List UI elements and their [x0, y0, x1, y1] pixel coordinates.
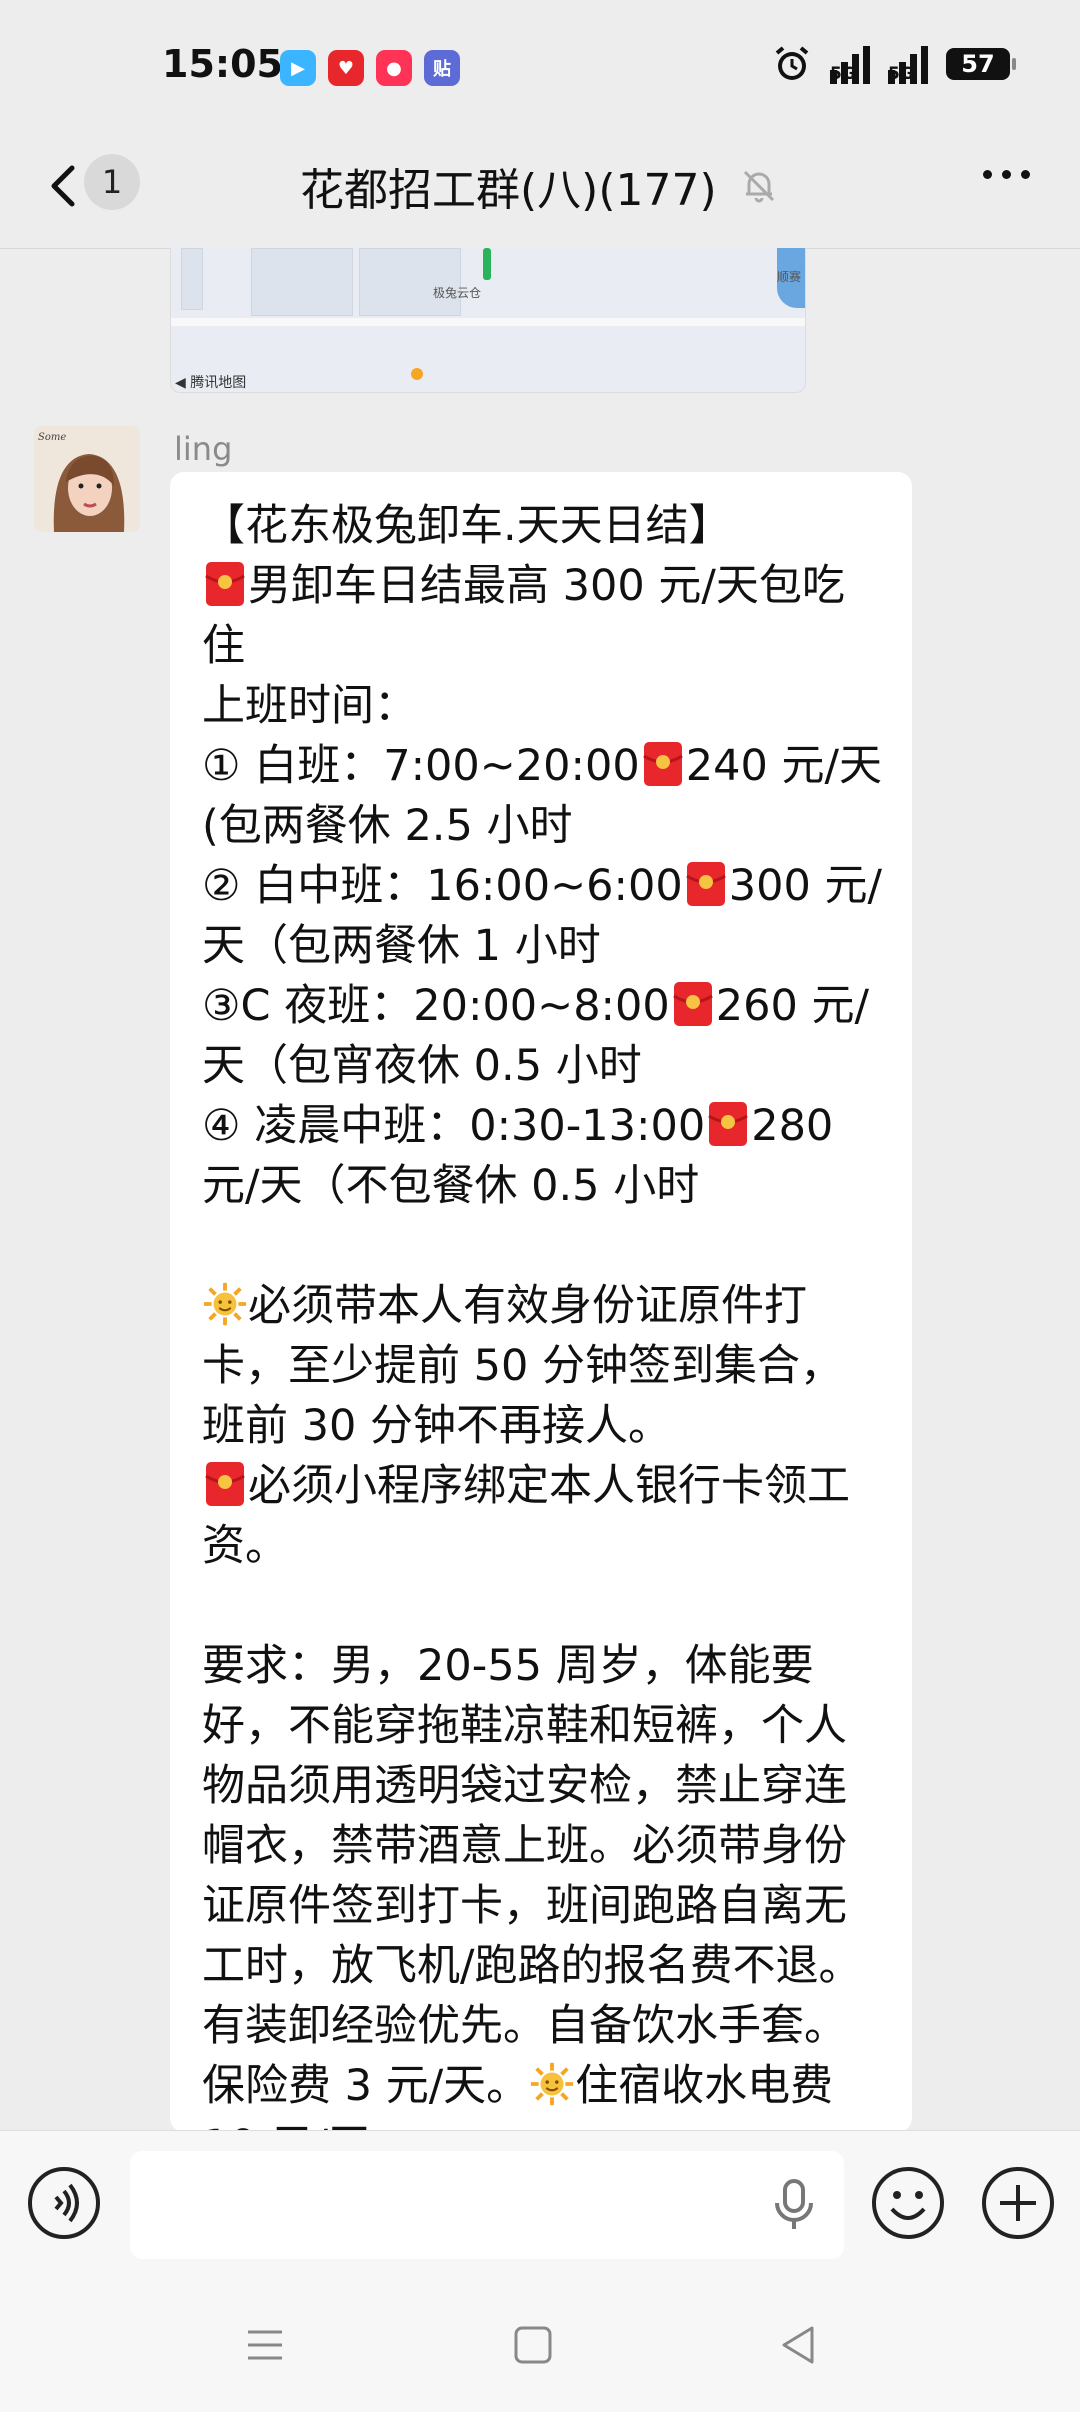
map-block: [181, 248, 203, 310]
message-line: ③C 夜班：20:00~8:00 260 元/: [202, 981, 869, 1031]
tieba-app-icon: 贴: [424, 50, 460, 86]
message-line: [202, 1216, 892, 1276]
message-line: [202, 1576, 892, 1636]
location-map-card[interactable]: 极兔云仓 顺赛 ◀ 腾讯地图: [170, 248, 806, 393]
map-pin-icon: [411, 368, 423, 380]
message-line: (包两餐休 2.5 小时: [202, 801, 573, 851]
status-time: 15:05: [162, 42, 283, 86]
signal-icon-1: 5G: [830, 44, 870, 84]
more-options-icon[interactable]: [983, 170, 1030, 179]
message-line: 必须带本人有效身份证原件打: [202, 1276, 892, 1336]
sender-name: ling: [174, 430, 233, 468]
map-marker: [483, 248, 491, 280]
notification-icons: ▶ ♥ ● 贴: [280, 50, 460, 86]
mute-bell-icon: [743, 170, 774, 203]
message-line: 天（包宵夜休 0.5 小时: [202, 1041, 642, 1091]
message-line: 证原件签到打卡，班间跑路自离无: [202, 1881, 847, 1931]
status-bar: 15:05 ▶ ♥ ● 贴 5G 5G 57: [0, 0, 1080, 130]
home-nav-icon[interactable]: [508, 2320, 558, 2370]
message-bubble[interactable]: 【花东极兔卸车.天天日结】 男卸车日结最高 300 元/天包吃住上班时间： ① 白班…: [170, 472, 912, 2132]
lottery-app-icon: ♥: [328, 50, 364, 86]
message-line: 工时，放飞机/跑路的报名费不退。: [202, 1941, 862, 1991]
message-text: 【花东极兔卸车.天天日结】 男卸车日结最高 300 元/天包吃住上班时间： ① 白班…: [202, 496, 892, 2132]
battery-icon: 57: [946, 48, 1016, 80]
message-line: ④ 凌晨中班：0:30-13:00 280: [202, 1101, 834, 1151]
back-nav-icon[interactable]: [774, 2320, 824, 2370]
red-packet-icon: [205, 1462, 245, 1506]
message-line: 住: [202, 621, 245, 671]
message-line: 必须小程序绑定本人银行卡领工: [202, 1456, 892, 1516]
message-line: ② 白中班：16:00~6:00 300 元/: [202, 861, 882, 911]
map-brand-label: ◀ 腾讯地图: [175, 375, 247, 391]
voice-mode-button[interactable]: [28, 2167, 100, 2239]
map-block: [251, 248, 353, 316]
message-line: 要求：男，20-55 周岁，体能要: [202, 1641, 814, 1691]
red-packet-icon: [642, 742, 683, 786]
map-street-label: 顺赛: [776, 270, 801, 284]
svg-text:Some: Some: [38, 432, 66, 443]
map-road: [171, 318, 805, 326]
message-line: 【花东极兔卸车.天天日结】: [202, 501, 732, 551]
video-app-icon: ▶: [280, 50, 316, 86]
message-line: 物品须用透明袋过安检，禁止穿连: [202, 1761, 847, 1811]
chat-title-group: 花都招工群(八)(177): [300, 154, 779, 218]
sun-icon: [203, 1282, 247, 1326]
emoji-icon[interactable]: [870, 2165, 946, 2241]
signal-icon-2: 5G: [888, 44, 928, 84]
input-bar: [0, 2130, 1080, 2281]
system-nav-bar: [0, 2280, 1080, 2412]
music-app-icon: ●: [376, 50, 412, 86]
message-line: 男卸车日结最高 300 元/天包吃: [202, 556, 892, 616]
microphone-icon[interactable]: [772, 2179, 816, 2231]
red-packet-icon: [685, 862, 726, 906]
message-line: 有装卸经验优先。自备饮水手套。: [202, 2001, 847, 2051]
message-line: 班前 30 分钟不再接人。: [202, 1401, 672, 1451]
message-line: 好，不能穿拖鞋凉鞋和短裤，个人: [202, 1701, 847, 1751]
message-line: 帽衣，禁带酒意上班。必须带身份: [202, 1821, 847, 1871]
message-line: 卡，至少提前 50 分钟签到集合，: [202, 1341, 844, 1391]
message-line: 资。: [202, 1521, 288, 1571]
red-packet-icon: [205, 562, 245, 606]
red-packet-icon: [708, 1102, 749, 1146]
map-place-label: 极兔云仓: [433, 286, 482, 300]
menu-nav-icon[interactable]: [240, 2320, 290, 2370]
unread-count-badge[interactable]: 1: [84, 154, 140, 210]
message-line: 保险费 3 元/天。 住宿收水电费: [202, 2061, 834, 2111]
red-packet-icon: [672, 982, 713, 1026]
voice-wave-icon: [54, 2183, 79, 2223]
alarm-icon: [775, 46, 809, 80]
message-line: 元/天（不包餐休 0.5 小时: [202, 1161, 700, 1211]
message-line: 天（包两餐休 1 小时: [202, 921, 601, 971]
chat-header: 1 花都招工群(八)(177): [0, 130, 1080, 249]
sender-avatar[interactable]: Some: [34, 426, 140, 532]
chat-title: 花都招工群(八)(177): [300, 165, 717, 216]
sun-icon: [531, 2062, 574, 2106]
message-line: ① 白班：7:00~20:00 240 元/天: [202, 741, 882, 791]
system-icons: 5G 5G 57: [772, 44, 1016, 84]
map-block: [359, 248, 461, 316]
message-line: 上班时间：: [202, 681, 417, 731]
message-input[interactable]: [130, 2151, 844, 2259]
plus-icon[interactable]: [980, 2165, 1056, 2241]
